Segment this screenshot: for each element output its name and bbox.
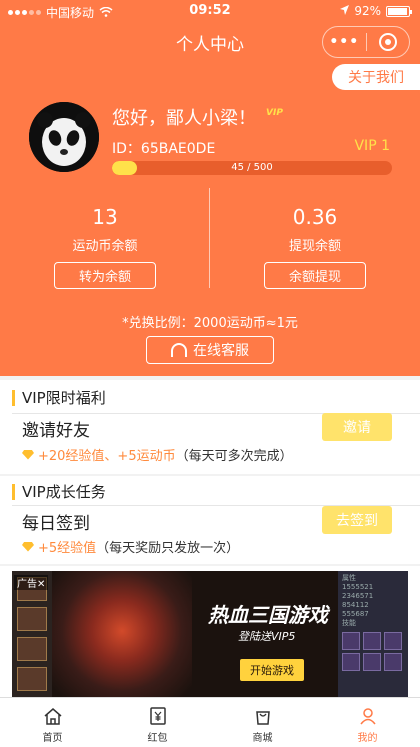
vip-growth-section: VIP成长任务 每日签到 去签到 +5经验值 （每天奖励只发放一次）: [0, 476, 420, 564]
invite-reward-value: +20经验值、+5运动币: [38, 449, 176, 464]
bag-icon: [255, 711, 270, 725]
battery-icon: [386, 5, 412, 17]
vip-growth-title: VIP成长任务: [12, 484, 106, 500]
panel-header: 属性: [342, 574, 356, 582]
invite-reward: +20经验值、+5运动币 （每天可多次完成）: [22, 445, 293, 464]
tab-mall-label: 商城: [252, 733, 273, 744]
exchange-ratio-text: *兑换比例：2000运动币≈1元: [122, 316, 298, 331]
tab-mine[interactable]: 我的: [315, 698, 420, 747]
bottom-tab-bar: 首页 红包 商城 我的: [0, 697, 420, 747]
vip-progress-bar: 45 / 500: [112, 161, 392, 175]
yuan-wallet-icon: [149, 707, 166, 725]
invite-task-name: 邀请好友: [22, 421, 90, 441]
tab-red-packet[interactable]: 红包: [105, 698, 210, 747]
game-title: 热血三国游戏: [208, 603, 328, 627]
cash-balance-value: 0.36: [292, 205, 338, 229]
withdraw-button[interactable]: 余额提现: [264, 262, 366, 289]
coin-balance-value: 13: [92, 205, 118, 229]
panel-stat: 555687: [342, 610, 369, 618]
more-button[interactable]: •••: [323, 34, 366, 50]
checkin-task-name: 每日签到: [22, 514, 90, 534]
coin-balance: 13 运动币余额: [0, 205, 210, 254]
start-game-button[interactable]: 开始游戏: [240, 659, 304, 681]
panel-skill-header: 技能: [342, 619, 356, 627]
tab-red-packet-label: 红包: [147, 733, 168, 744]
person-icon: [359, 708, 376, 725]
location-icon: [340, 4, 350, 18]
vip-benefit-section: VIP限时福利 邀请好友 邀请 +20经验值、+5运动币 （每天可多次完成）: [0, 380, 420, 474]
about-us-button[interactable]: 关于我们: [332, 64, 420, 90]
vip-badge: VIP: [266, 108, 283, 118]
personal-center-page: 中国移动 09:52 92% 个人中心 ••• 关于我们 您好，鄙人小梁！ VI…: [0, 0, 420, 747]
checkin-reward-note: （每天奖励只发放一次）: [96, 541, 240, 556]
battery-percent: 92%: [354, 4, 381, 18]
attribute-panel: 属性 1555521 2346571 854112 555687 技能: [338, 571, 408, 697]
cash-balance: 0.36 提现余额: [210, 205, 420, 254]
panel-stat: 854112: [342, 601, 369, 609]
tab-mall[interactable]: 商城: [210, 698, 315, 747]
convert-to-balance-button[interactable]: 转为余额: [54, 262, 156, 289]
online-service-button[interactable]: 在线客服: [146, 336, 274, 364]
headset-icon: [171, 343, 187, 357]
panel-stat: 1555521: [342, 583, 374, 591]
checkin-reward-value: +5经验值: [38, 541, 97, 556]
skill-grid: [342, 632, 404, 671]
vip-benefit-title: VIP限时福利: [12, 390, 106, 406]
target-icon: [378, 33, 397, 51]
online-service-label: 在线客服: [193, 343, 249, 359]
coin-balance-label: 运动币余额: [72, 239, 138, 254]
game-subtitle: 登陆送VIP5: [238, 630, 296, 643]
tab-home[interactable]: 首页: [0, 698, 105, 747]
close-miniprogram-button[interactable]: [366, 33, 409, 51]
game-ad-banner[interactable]: 广告✕ 热血三国游戏 登陆送VIP5 开始游戏 属性 1555521 23465…: [12, 571, 408, 697]
checkin-button[interactable]: 去签到: [322, 506, 392, 534]
panda-avatar-icon: [29, 102, 99, 172]
vip-progress-text: 45 / 500: [231, 162, 273, 173]
tab-home-label: 首页: [42, 733, 63, 744]
miniprogram-capsule: •••: [322, 26, 410, 58]
status-bar: 中国移动 09:52 92%: [0, 0, 420, 22]
greeting-text: 您好，鄙人小梁！: [112, 108, 256, 129]
invite-button[interactable]: 邀请: [322, 413, 392, 441]
vip-level: VIP 1: [354, 138, 390, 154]
diamond-icon: [22, 449, 34, 460]
user-id: ID：65BAE0DE: [112, 141, 216, 157]
avatar[interactable]: [29, 102, 99, 172]
tab-mine-label: 我的: [357, 733, 378, 744]
invite-reward-note: （每天可多次完成）: [175, 449, 293, 464]
home-icon: [44, 708, 61, 725]
checkin-reward: +5经验值 （每天奖励只发放一次）: [22, 537, 239, 556]
profile-header: 中国移动 09:52 92% 个人中心 ••• 关于我们 您好，鄙人小梁！ VI…: [0, 0, 420, 376]
panel-stat: 2346571: [342, 592, 374, 600]
cash-balance-label: 提现余额: [288, 239, 341, 254]
diamond-icon: [22, 541, 34, 552]
ad-close-tag[interactable]: 广告✕: [14, 575, 49, 590]
